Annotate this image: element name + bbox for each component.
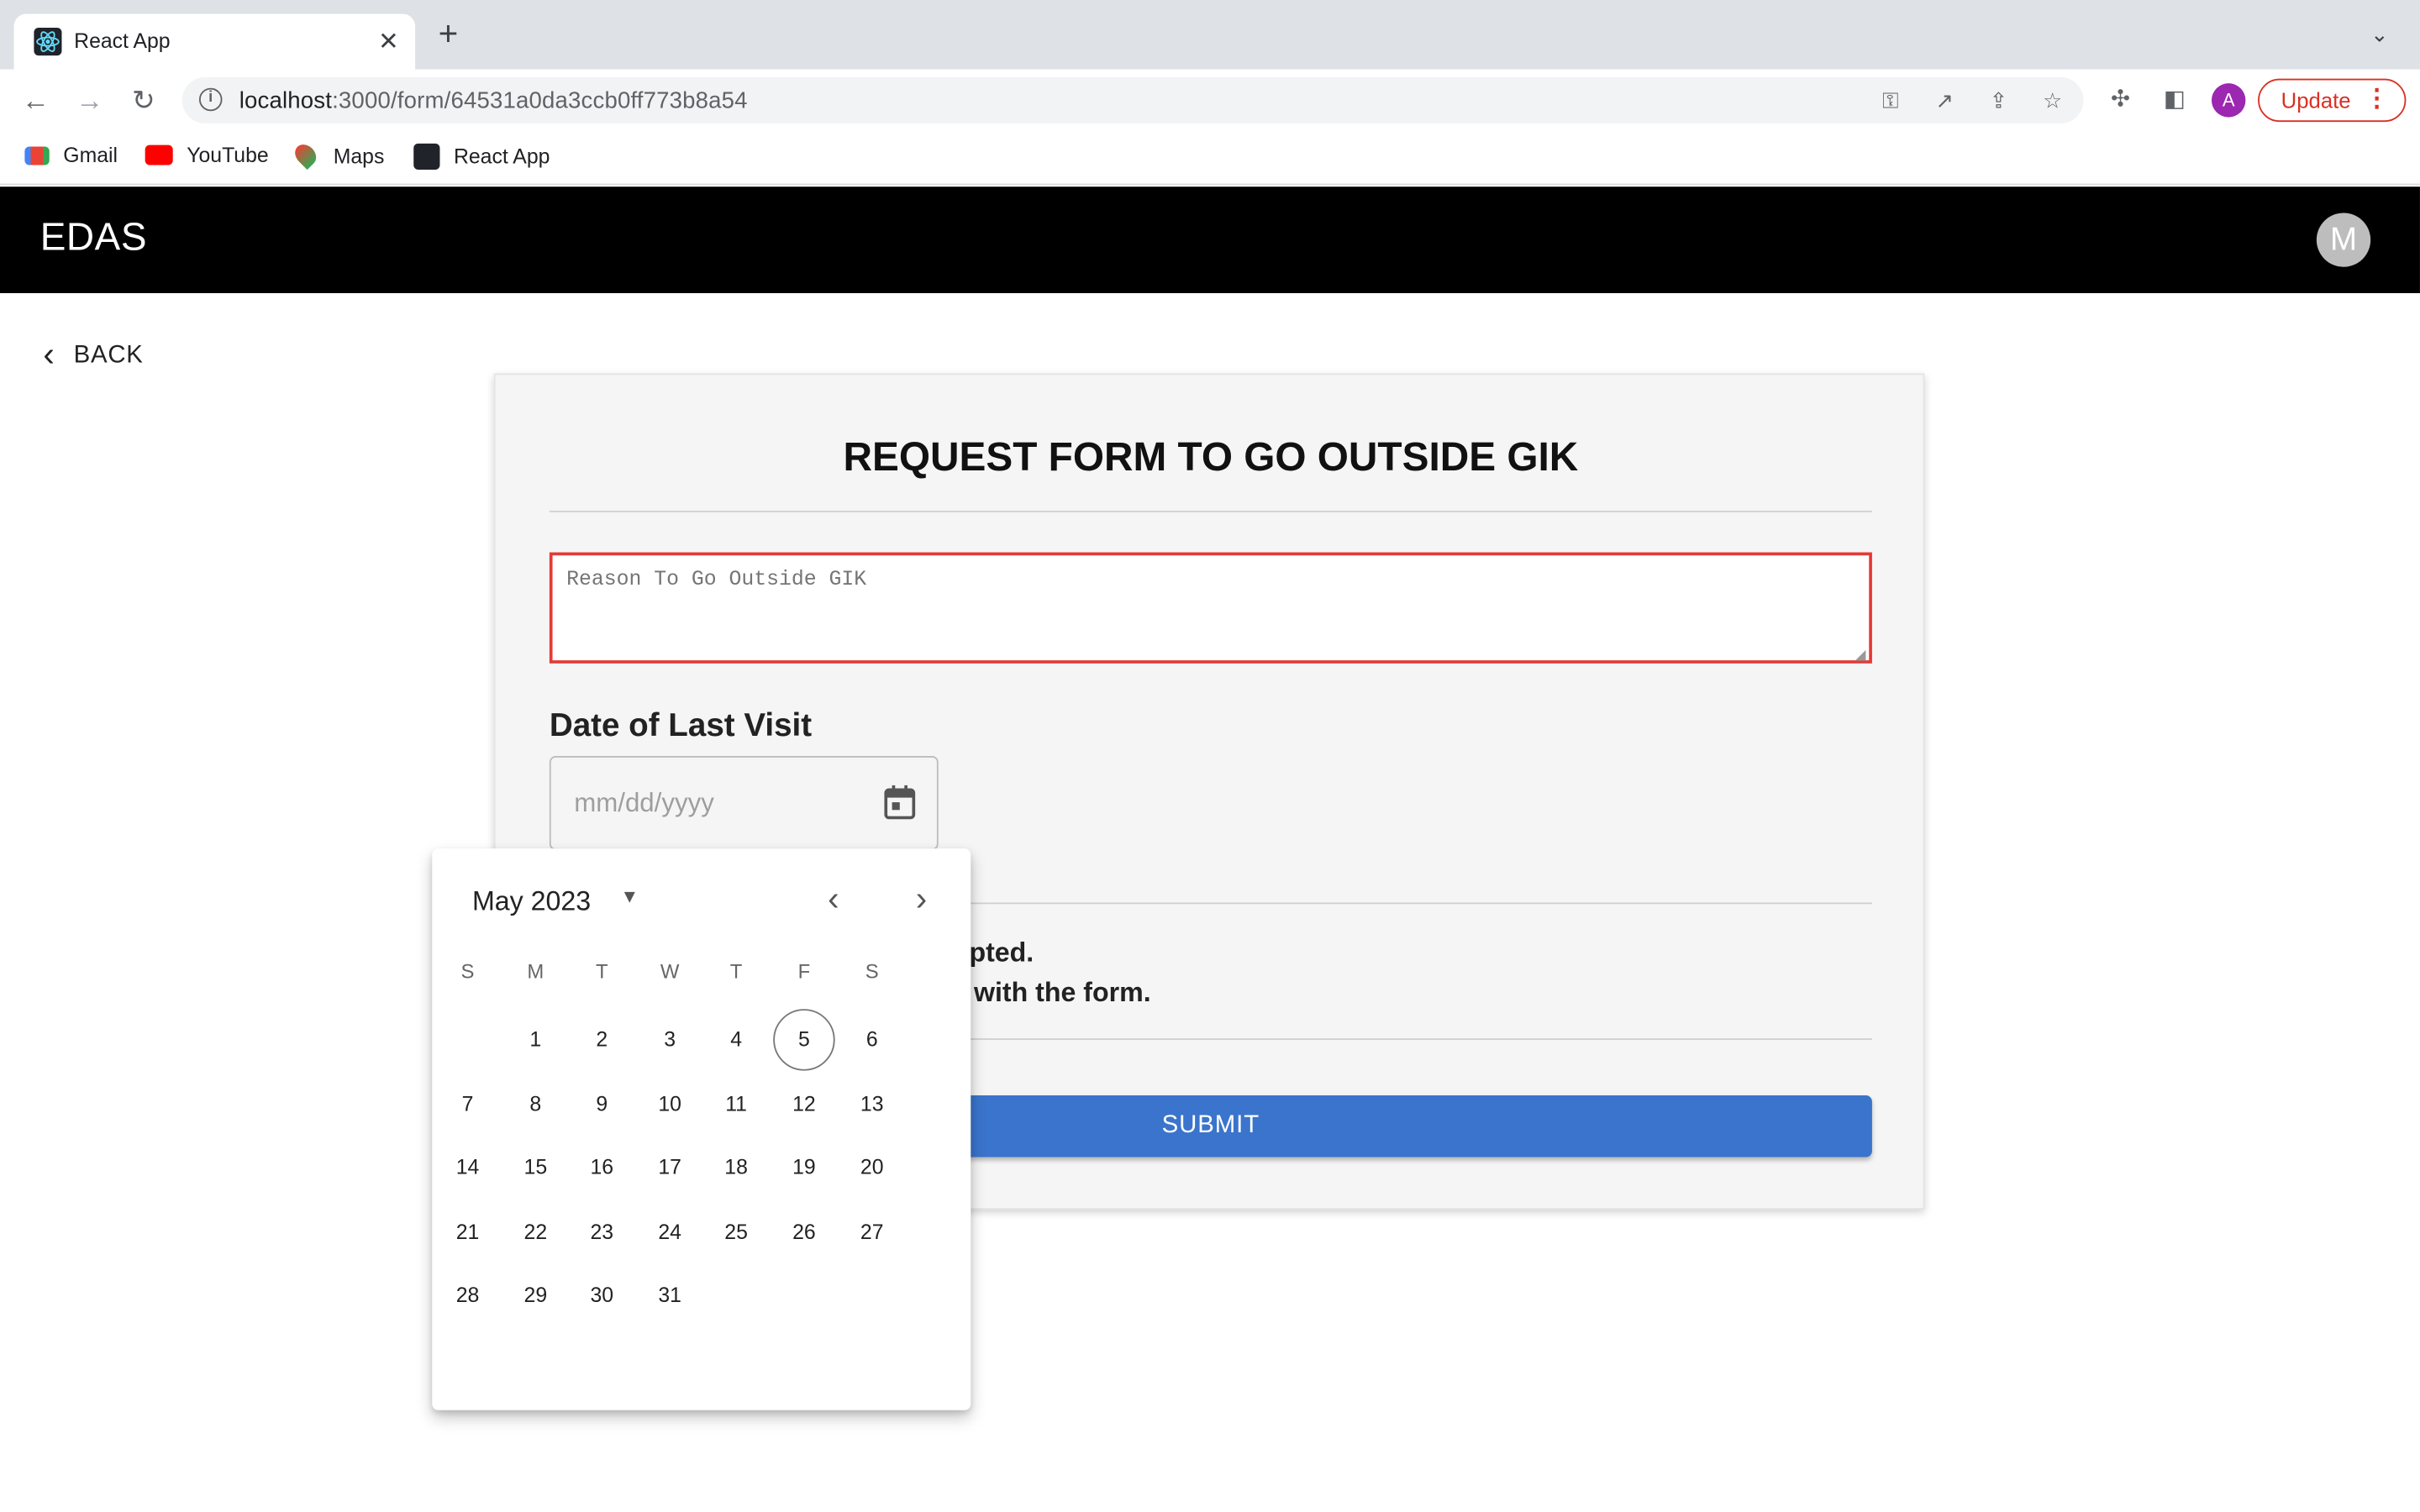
calendar-day[interactable]: 19 bbox=[773, 1137, 834, 1199]
calendar-day[interactable]: 26 bbox=[773, 1201, 834, 1263]
resize-grip-icon[interactable]: ◢ bbox=[1855, 647, 1866, 664]
calendar-day[interactable]: 21 bbox=[437, 1201, 498, 1263]
update-label: Update bbox=[2281, 87, 2351, 113]
calendar-day[interactable]: 10 bbox=[639, 1073, 700, 1134]
weekday-header: T bbox=[595, 959, 608, 983]
calendar-day[interactable]: 27 bbox=[841, 1201, 902, 1263]
weekday-header: S bbox=[865, 959, 879, 983]
calendar-day[interactable]: 28 bbox=[437, 1265, 498, 1326]
side-panel-icon[interactable]: ◧ bbox=[2158, 83, 2191, 117]
back-button[interactable]: ‹ BACK bbox=[43, 335, 143, 375]
reason-textarea[interactable] bbox=[549, 552, 1872, 664]
bookmarks-bar: Gmail YouTube Maps React App bbox=[0, 131, 2420, 186]
extensions-puzzle-icon[interactable]: ✣ bbox=[2103, 83, 2137, 117]
browser-tab-strip: React App ✕ + ⌄ bbox=[0, 0, 2420, 70]
address-bar[interactable]: i localhost:3000/form/64531a0da3ccb0ff77… bbox=[182, 76, 2084, 123]
calendar-day[interactable]: 31 bbox=[639, 1265, 700, 1326]
calendar-day[interactable]: 29 bbox=[505, 1265, 566, 1326]
calendar-day[interactable]: 24 bbox=[639, 1201, 700, 1263]
open-external-icon[interactable]: ↗ bbox=[1928, 85, 1961, 116]
month-year-label[interactable]: May 2023 bbox=[472, 885, 591, 918]
profile-avatar[interactable]: A bbox=[2211, 83, 2246, 118]
calendar-icon[interactable] bbox=[883, 784, 917, 821]
menu-dots-icon: ⋮ bbox=[2364, 86, 2390, 113]
calendar-day[interactable]: 15 bbox=[505, 1137, 566, 1199]
browser-toolbar: ← → ↻ i localhost:3000/form/64531a0da3cc… bbox=[0, 69, 2420, 132]
react-icon bbox=[413, 143, 440, 171]
calendar-day[interactable]: 7 bbox=[437, 1073, 498, 1134]
bookmark-maps[interactable]: Maps bbox=[291, 140, 384, 171]
calendar-day[interactable]: 30 bbox=[571, 1265, 633, 1326]
notice-text-2: with the form. bbox=[973, 976, 1151, 1008]
maps-pin-icon bbox=[291, 140, 321, 171]
calendar-day[interactable]: 23 bbox=[571, 1201, 633, 1263]
calendar-day[interactable]: 4 bbox=[705, 1009, 766, 1070]
site-info-icon[interactable]: i bbox=[198, 87, 223, 112]
app-title: EDAS bbox=[39, 216, 148, 260]
back-arrow-icon[interactable]: ← bbox=[17, 81, 54, 118]
calendar-day-today[interactable]: 5 bbox=[773, 1009, 835, 1071]
chevron-left-icon: ‹ bbox=[43, 334, 55, 374]
date-placeholder: mm/dd/yyyy bbox=[574, 788, 714, 818]
next-month-icon[interactable]: › bbox=[902, 879, 942, 920]
date-picker-popover: May 2023 ▼ ‹ › S M T W T F S 1 2 3 4 5 6 7 8 9 10 11 12 13 1… bbox=[432, 848, 971, 1410]
forward-arrow-icon[interactable]: → bbox=[71, 81, 108, 118]
bookmark-react-app[interactable]: React App bbox=[413, 143, 550, 171]
bookmark-youtube[interactable]: YouTube bbox=[145, 144, 269, 166]
reload-icon[interactable]: ↻ bbox=[125, 81, 162, 118]
date-input[interactable]: mm/dd/yyyy bbox=[549, 755, 939, 851]
tab-search-chevron-icon[interactable]: ⌄ bbox=[2370, 22, 2389, 48]
url-text: localhost:3000/form/64531a0da3ccb0ff773b… bbox=[239, 87, 748, 114]
bookmark-gmail[interactable]: Gmail bbox=[24, 144, 118, 166]
calendar-day[interactable]: 18 bbox=[705, 1137, 766, 1199]
weekday-header: S bbox=[460, 959, 475, 983]
gmail-icon bbox=[24, 146, 50, 165]
divider bbox=[549, 510, 1872, 512]
weekday-header: F bbox=[797, 959, 811, 983]
tab-close-icon[interactable]: ✕ bbox=[378, 26, 399, 57]
calendar-day[interactable]: 25 bbox=[705, 1201, 766, 1263]
date-label: Date of Last Visit bbox=[549, 708, 813, 744]
youtube-icon bbox=[145, 144, 173, 165]
calendar-day[interactable]: 13 bbox=[841, 1073, 902, 1134]
calendar-day[interactable]: 17 bbox=[639, 1137, 700, 1199]
update-button[interactable]: Update ⋮ bbox=[2258, 78, 2407, 123]
calendar-day[interactable]: 6 bbox=[841, 1009, 902, 1070]
calendar-day[interactable]: 9 bbox=[571, 1073, 633, 1134]
calendar-day[interactable]: 2 bbox=[571, 1009, 633, 1070]
form-title: REQUEST FORM TO GO OUTSIDE GIK bbox=[843, 433, 1579, 480]
calendar-day[interactable]: 20 bbox=[841, 1137, 902, 1199]
calendar-day[interactable]: 12 bbox=[773, 1073, 834, 1134]
calendar-day[interactable]: 3 bbox=[639, 1009, 700, 1070]
weekday-header: M bbox=[527, 959, 544, 983]
bookmark-star-icon[interactable]: ☆ bbox=[2036, 85, 2070, 116]
calendar-day[interactable]: 16 bbox=[571, 1137, 633, 1199]
new-tab-plus-icon[interactable]: + bbox=[439, 16, 459, 50]
calendar-day[interactable]: 11 bbox=[705, 1073, 766, 1134]
tab-title: React App bbox=[74, 29, 171, 53]
previous-month-icon[interactable]: ‹ bbox=[813, 879, 854, 920]
key-icon[interactable]: ⚿ bbox=[1874, 85, 1907, 116]
calendar-day[interactable]: 14 bbox=[437, 1137, 498, 1199]
share-icon[interactable]: ⇪ bbox=[1981, 85, 2015, 116]
react-favicon-icon bbox=[34, 28, 62, 56]
weekday-header: T bbox=[729, 959, 743, 983]
browser-tab[interactable]: React App ✕ bbox=[13, 13, 416, 70]
calendar-day[interactable]: 22 bbox=[505, 1201, 566, 1263]
notice-text-1: pted. bbox=[969, 936, 1034, 968]
caret-down-icon[interactable]: ▼ bbox=[620, 885, 639, 907]
back-label: BACK bbox=[73, 342, 144, 369]
calendar-day[interactable]: 1 bbox=[505, 1009, 566, 1070]
calendar-day[interactable]: 8 bbox=[505, 1073, 566, 1134]
app-header: EDAS M bbox=[0, 186, 2420, 293]
user-avatar[interactable]: M bbox=[2316, 213, 2371, 267]
weekday-header: W bbox=[660, 959, 680, 983]
